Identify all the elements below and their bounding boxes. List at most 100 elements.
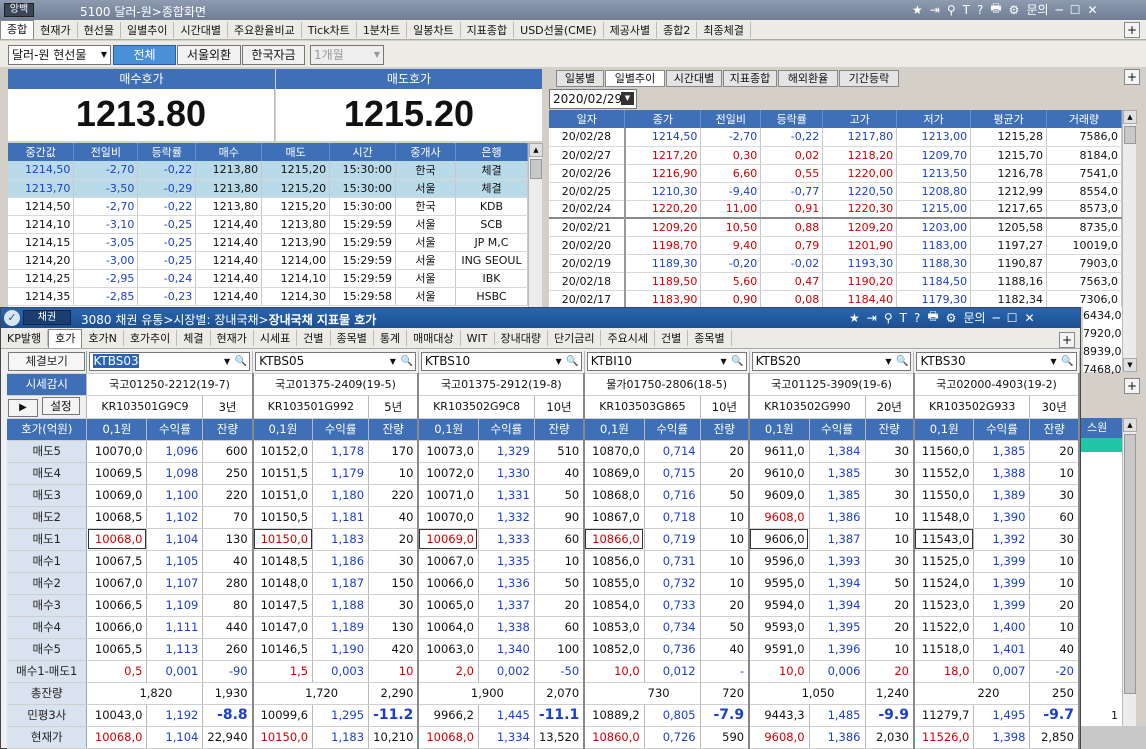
right-tab-1[interactable]: 일별추이 <box>605 70 665 87</box>
settings-button[interactable]: 설정 <box>42 396 80 415</box>
table-row[interactable]: 1214,15 -3,05 -0,25 1214,40 1213,90 15:29:59 서… <box>8 233 528 252</box>
tab-12[interactable]: 종합2 <box>657 21 698 38</box>
scroll-up-icon[interactable]: ▲ <box>1123 110 1137 124</box>
tab-2[interactable]: 현선물 <box>78 21 121 38</box>
table-row[interactable]: 20/02/27 1217,20 0,30 0,02 1218,20 1209,70 121… <box>549 146 1122 165</box>
tab-4[interactable]: 체결 <box>177 330 211 346</box>
right-tab-2[interactable]: 시간대별 <box>666 70 722 87</box>
tab-13[interactable]: 최종체결 <box>697 21 751 38</box>
table-row[interactable]: 20/02/20 1198,70 9,40 0,79 1201,90 1183,00 119… <box>549 236 1122 255</box>
date-picker[interactable]: 2020/02/29 ▼ <box>549 89 637 109</box>
table-row[interactable]: 20/02/25 1210,30 -9,40 -0,77 1220,50 1208,80 1… <box>549 182 1122 201</box>
instrument-select[interactable]: 달러-원 현선물 ▼ <box>8 45 111 65</box>
chevron-down-icon[interactable]: ▼ <box>1050 353 1056 370</box>
chevron-down-icon[interactable]: ▼ <box>390 353 396 370</box>
add-right-tab-button[interactable]: + <box>1124 69 1140 85</box>
tab-10[interactable]: 매매대상 <box>407 330 461 346</box>
tab-7[interactable]: 1분차트 <box>357 21 408 38</box>
scroll-up-icon[interactable]: ▲ <box>1123 418 1137 432</box>
table-row[interactable]: 매수3 10066,5 1,109 80 10147,5 1,188 30 10065,0 1,… <box>7 594 1081 617</box>
calendar-icon[interactable]: ▼ <box>621 92 634 105</box>
tab-2[interactable]: 호가N <box>82 330 124 346</box>
table-row[interactable]: 1214,50 -2,70 -0,22 1213,80 1215,20 15:30:00 한… <box>8 161 528 180</box>
search-icon[interactable]: 🔍 <box>896 353 908 370</box>
chevron-down-icon[interactable]: ▼ <box>224 353 230 370</box>
close-icon[interactable]: ✕ <box>1088 3 1098 17</box>
search-icon[interactable]: 🔍 <box>1061 353 1073 370</box>
table-row[interactable]: 20/02/24 1220,20 11,00 0,91 1220,30 1215,00 12… <box>549 200 1122 219</box>
tab-16[interactable]: 종목별 <box>688 330 732 346</box>
table-row[interactable]: 1214,25 -2,95 -0,24 1214,40 1214,10 15:29:59 서… <box>8 269 528 288</box>
detach-icon[interactable]: ⇥ <box>867 311 877 325</box>
tab-5[interactable]: 현재가 <box>211 330 254 346</box>
minimize-icon[interactable]: ─ <box>993 311 1000 325</box>
table-row[interactable]: 20/02/21 1209,20 10,50 0,88 1209,20 1203,00 12… <box>549 217 1122 237</box>
settings-icon[interactable]: ⚙ <box>946 311 957 325</box>
tab-8[interactable]: 일봉차트 <box>407 21 461 38</box>
bond-code-select[interactable]: KTBS03 ▼ 🔍 <box>89 352 251 372</box>
tab-0[interactable]: KP발행 <box>1 330 49 346</box>
table-row[interactable]: 현재가 10068,0 1,104 22,940 10150,0 1,183 10,210 1… <box>7 726 1081 749</box>
bond-code-select[interactable]: KTBI10 ▼ 🔍 <box>586 352 747 372</box>
tab-1[interactable]: 호가 <box>48 328 83 348</box>
chevron-down-icon[interactable]: ▼ <box>556 353 562 370</box>
tab-3[interactable]: 일별추이 <box>121 21 175 38</box>
scroll-thumb[interactable] <box>1124 126 1136 144</box>
search-icon[interactable]: 🔍 <box>731 353 743 370</box>
table-row[interactable]: 매수2 10067,0 1,107 280 10148,0 1,187 150 10066,0… <box>7 572 1081 595</box>
text-icon[interactable]: T <box>900 311 907 325</box>
table-row[interactable]: 1214,35 -2,85 -0,23 1214,40 1214,30 15:29:58 서… <box>8 287 528 306</box>
table-row[interactable]: 1213,70 -3,50 -0,29 1213,80 1215,20 15:30:00 서… <box>8 179 528 198</box>
trade-scrollbar[interactable]: ▲ <box>528 143 543 307</box>
tab-15[interactable]: 건별 <box>655 330 689 346</box>
help-icon[interactable]: ? <box>977 3 983 17</box>
table-row[interactable]: 20/02/28 1214,50 -2,70 -0,22 1217,80 1213,00 1… <box>549 128 1122 147</box>
scroll-up-icon[interactable]: ▲ <box>529 143 543 157</box>
search-icon[interactable]: 🔍 <box>235 353 247 370</box>
add-lower-tab-button[interactable]: + <box>1124 378 1140 394</box>
table-row[interactable]: 매도2 10068,5 1,102 70 10150,5 1,181 40 10070,0 1,… <box>7 506 1081 529</box>
tab-8[interactable]: 종목별 <box>331 330 374 346</box>
chevron-down-icon[interactable]: ▼ <box>720 353 726 370</box>
pin-icon[interactable]: ⚲ <box>884 311 893 325</box>
tab-6[interactable]: 시세표 <box>254 330 298 346</box>
table-row[interactable]: 매도3 10069,0 1,100 220 10151,0 1,180 220 10071,0… <box>7 484 1081 507</box>
help-icon[interactable]: ? <box>914 311 920 325</box>
search-icon[interactable]: 🔍 <box>566 353 578 370</box>
star-icon[interactable]: ★ <box>849 311 860 325</box>
pin-icon[interactable]: ⚲ <box>947 3 956 17</box>
tab-4[interactable]: 시간대별 <box>174 21 228 38</box>
bond-code-select[interactable]: KTBS05 ▼ 🔍 <box>255 352 416 372</box>
scroll-thumb[interactable] <box>530 159 542 179</box>
table-row[interactable]: 20/02/19 1189,30 -0,20 -0,02 1193,30 1188,30 1… <box>549 254 1122 273</box>
tab-3[interactable]: 호가추이 <box>124 330 178 346</box>
table-row[interactable]: 매수4 10066,0 1,111 440 10147,0 1,189 130 10064,0… <box>7 616 1081 639</box>
print-icon[interactable]: 🖶 <box>927 307 938 328</box>
minimize-icon[interactable]: ─ <box>1056 3 1063 17</box>
table-row[interactable]: 매도1 10068,0 1,104 130 10150,0 1,183 20 10069,0 1… <box>7 528 1081 551</box>
print-icon[interactable]: 🖶 <box>990 0 1001 20</box>
filter-all-button[interactable]: 전체 <box>113 45 176 65</box>
tab-11[interactable]: WIT <box>461 331 495 345</box>
side-scrollbar[interactable]: ▲ <box>1122 418 1137 726</box>
add-tab-button[interactable]: + <box>1124 22 1140 38</box>
table-row[interactable]: 20/02/18 1189,50 5,60 0,47 1190,20 1184,50 118… <box>549 272 1122 291</box>
view-trades-button[interactable]: 체결보기 <box>8 352 86 372</box>
tab-0[interactable]: 종합 <box>0 20 35 39</box>
filter-seoul-button[interactable]: 서울외환 <box>177 45 241 65</box>
detach-icon[interactable]: ⇥ <box>930 3 940 17</box>
maximize-icon[interactable]: ☐ <box>1007 311 1018 325</box>
daily-scrollbar[interactable]: ▲ ▼ <box>1122 110 1137 372</box>
right-tab-3[interactable]: 지표종합 <box>723 70 777 87</box>
play-icon[interactable]: ▶ <box>8 398 38 417</box>
table-row[interactable]: 20/02/17 1183,90 0,90 0,08 1184,40 1179,30 118… <box>549 290 1122 307</box>
filter-korea-button[interactable]: 한국자금 <box>242 45 305 65</box>
star-icon[interactable]: ★ <box>912 3 923 17</box>
table-row[interactable]: 1214,10 -3,10 -0,25 1214,40 1213,80 15:29:59 서… <box>8 215 528 234</box>
tab-1[interactable]: 현재가 <box>34 21 78 38</box>
tab-9[interactable]: 통계 <box>374 330 408 346</box>
search-icon[interactable]: 🔍 <box>400 353 412 370</box>
tab-6[interactable]: Tick차트 <box>302 21 357 38</box>
scroll-thumb[interactable] <box>1124 434 1136 694</box>
tab-5[interactable]: 주요환율비교 <box>228 21 302 38</box>
